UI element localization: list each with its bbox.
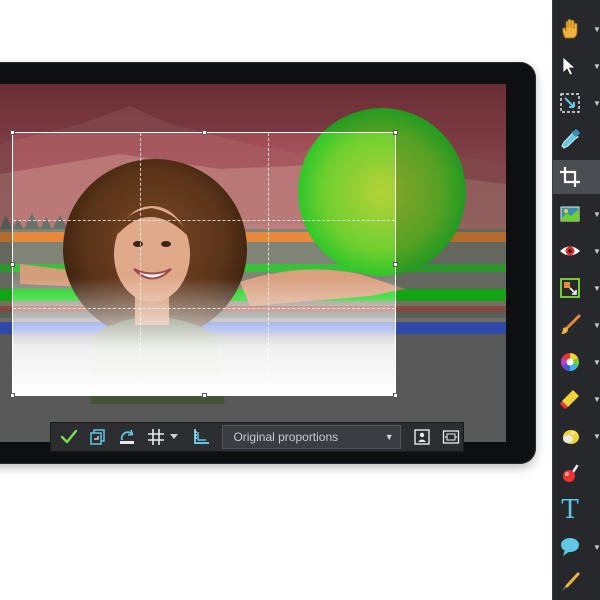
tool-text[interactable]: Text T: [553, 493, 600, 527]
tool-red-eye[interactable]: Red Eye ▼: [553, 234, 600, 268]
crop-grid-line: [13, 307, 395, 309]
tool-options-arrow[interactable]: ▼: [593, 25, 600, 34]
grid-options-dropdown[interactable]: [170, 425, 180, 449]
speech-bubble-icon: [555, 532, 585, 562]
crop-to-new-layer-button[interactable]: [86, 425, 109, 449]
portrait-orientation-button[interactable]: [411, 425, 434, 449]
portrait-icon: [414, 429, 430, 445]
text-icon: T: [561, 495, 579, 525]
tool-speech-bubble[interactable]: Speech Bubble ▼: [553, 530, 600, 564]
resize-icon: [555, 88, 585, 118]
crop-handle-right[interactable]: [393, 262, 398, 267]
crop-toolbar: Original proportions ▼: [50, 422, 464, 452]
tool-options-arrow[interactable]: ▼: [593, 543, 600, 552]
tool-pin[interactable]: Pin: [553, 456, 600, 490]
tool-hand[interactable]: Hand ▼: [553, 12, 600, 46]
fit-to-canvas-button[interactable]: [440, 425, 463, 449]
tool-options-arrow[interactable]: ▼: [593, 284, 600, 293]
rotate-crop-button[interactable]: [115, 425, 138, 449]
image-canvas[interactable]: [0, 84, 506, 442]
tool-options-arrow[interactable]: ▼: [593, 321, 600, 330]
content-aware-icon: [555, 273, 585, 303]
proportion-value: Original proportions: [233, 430, 339, 444]
tool-select[interactable]: Select ▼: [553, 49, 600, 83]
tool-crop[interactable]: Crop: [553, 160, 600, 194]
tool-straighten[interactable]: Straighten ▼: [553, 197, 600, 231]
crop-handle-left[interactable]: [10, 262, 15, 267]
fill-icon: [555, 421, 585, 451]
rotate-icon: [119, 429, 134, 444]
straighten-icon: [555, 199, 585, 229]
tool-options-arrow[interactable]: ▼: [593, 210, 600, 219]
eyedropper-icon: [555, 125, 585, 155]
crop-handle-top-left[interactable]: [10, 130, 15, 135]
grid-overlay-button[interactable]: [144, 425, 167, 449]
crop-dimensions-button[interactable]: [189, 425, 212, 449]
tool-fill[interactable]: Fill ▼: [553, 419, 600, 453]
tool-options-arrow[interactable]: ▼: [593, 62, 600, 71]
tool-brush[interactable]: Brush ▼: [553, 308, 600, 342]
tool-pen[interactable]: Pen: [553, 566, 600, 600]
caret-down-icon: [170, 434, 179, 439]
crop-grid-line: [13, 220, 395, 222]
brush-icon: [555, 310, 585, 340]
tool-options-arrow[interactable]: ▼: [593, 99, 600, 108]
tool-resize[interactable]: Resize ▼: [553, 86, 600, 120]
grid-icon: [148, 429, 165, 445]
tool-options-arrow[interactable]: ▼: [593, 395, 600, 404]
hand-icon: [555, 14, 585, 44]
crop-handle-bottom[interactable]: [202, 393, 207, 398]
crop-selection-box[interactable]: [10, 130, 398, 398]
crop-handle-top-right[interactable]: [393, 130, 398, 135]
crop-handle-bottom-right[interactable]: [393, 393, 398, 398]
checkmark-icon: [60, 429, 77, 444]
tool-color[interactable]: Color ▼: [553, 345, 600, 379]
eye-icon: [555, 236, 585, 266]
tool-content-aware[interactable]: Content-Aware ▼: [553, 271, 600, 305]
tool-eraser[interactable]: Eraser ▼: [553, 382, 600, 416]
tool-palette: Hand ▼ Select ▼ Resize ▼ Eyedropper: [552, 0, 600, 600]
proportion-dropdown[interactable]: Original proportions ▼: [222, 425, 401, 449]
crop-grid-line: [140, 133, 142, 395]
tablet-frame: [0, 62, 536, 464]
crop-icon: [555, 162, 585, 192]
tool-options-arrow[interactable]: ▼: [593, 432, 600, 441]
crop-grid-line: [267, 133, 269, 395]
apply-crop-button[interactable]: [57, 425, 80, 449]
eraser-icon: [555, 384, 585, 414]
arrow-select-icon: [555, 51, 585, 81]
fit-canvas-icon: [443, 430, 460, 444]
pin-icon: [555, 458, 585, 488]
ruler-crop-icon: [193, 429, 209, 444]
crop-handle-top[interactable]: [202, 130, 207, 135]
crop-layer-icon: [89, 429, 105, 445]
crop-handle-bottom-left[interactable]: [10, 393, 15, 398]
color-wheel-icon: [555, 347, 585, 377]
tool-options-arrow[interactable]: ▼: [593, 247, 600, 256]
pen-icon: [555, 568, 585, 598]
tool-eyedropper[interactable]: Eyedropper: [553, 123, 600, 157]
tool-options-arrow[interactable]: ▼: [593, 358, 600, 367]
chevron-down-icon: ▼: [384, 432, 394, 442]
